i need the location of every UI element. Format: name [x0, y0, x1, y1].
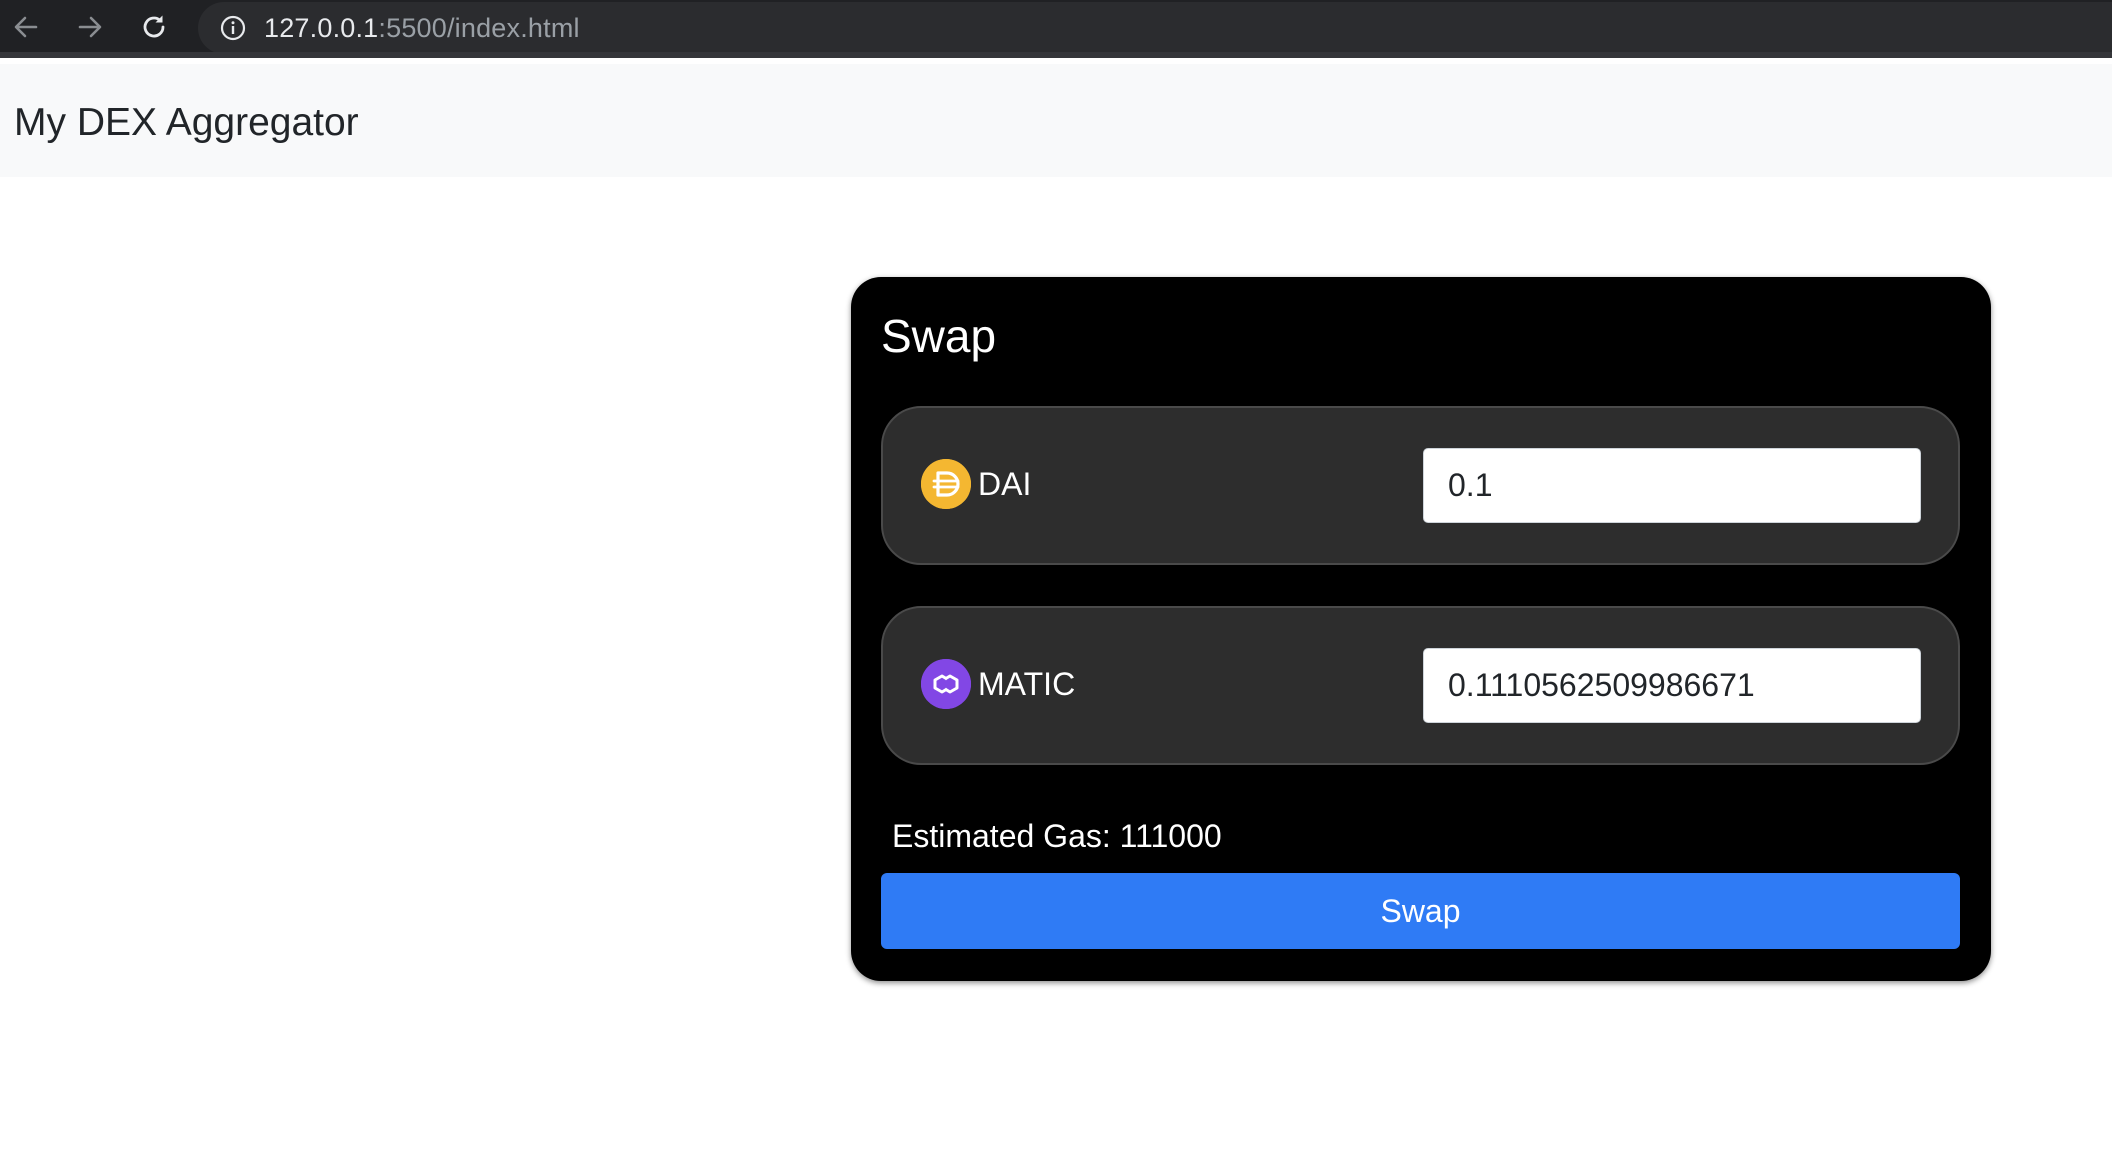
url-text[interactable]: 127.0.0.1:5500/index.html: [264, 2, 580, 54]
navbar-brand[interactable]: My DEX Aggregator: [14, 64, 359, 177]
from-token-row: DAI: [881, 406, 1960, 565]
from-token-selector[interactable]: DAI: [921, 458, 1031, 510]
app-navbar: My DEX Aggregator: [0, 64, 2112, 177]
arrow-right-icon: [78, 16, 102, 38]
info-icon[interactable]: [220, 15, 246, 41]
arrow-left-icon: [14, 16, 38, 38]
estimated-gas-text: Estimated Gas: 111000: [892, 818, 1222, 854]
from-token-symbol: DAI: [978, 466, 1032, 502]
forward-button[interactable]: [70, 7, 110, 47]
reload-icon: [143, 15, 165, 38]
from-amount-input[interactable]: [1423, 448, 1921, 523]
dai-logo-icon: [921, 459, 971, 509]
matic-glyph-icon: [921, 659, 971, 709]
to-token-selector[interactable]: MATIC: [921, 658, 1075, 710]
matic-logo-icon: [921, 659, 971, 709]
url-path: :5500/index.html: [378, 13, 580, 43]
card-title: Swap: [881, 310, 997, 362]
reload-button[interactable]: [134, 7, 174, 47]
to-amount-input[interactable]: [1423, 648, 1921, 723]
swap-card: Swap DAI MATIC: [851, 277, 1991, 981]
swap-button[interactable]: Swap: [881, 873, 1960, 949]
to-token-symbol: MATIC: [978, 666, 1076, 702]
address-bar[interactable]: 127.0.0.1:5500/index.html: [198, 2, 2112, 54]
url-host: 127.0.0.1: [264, 13, 379, 43]
back-button[interactable]: [6, 7, 46, 47]
dai-glyph-icon: [921, 459, 971, 509]
to-token-row: MATIC: [881, 606, 1960, 765]
browser-toolbar: 127.0.0.1:5500/index.html: [0, 0, 2112, 58]
